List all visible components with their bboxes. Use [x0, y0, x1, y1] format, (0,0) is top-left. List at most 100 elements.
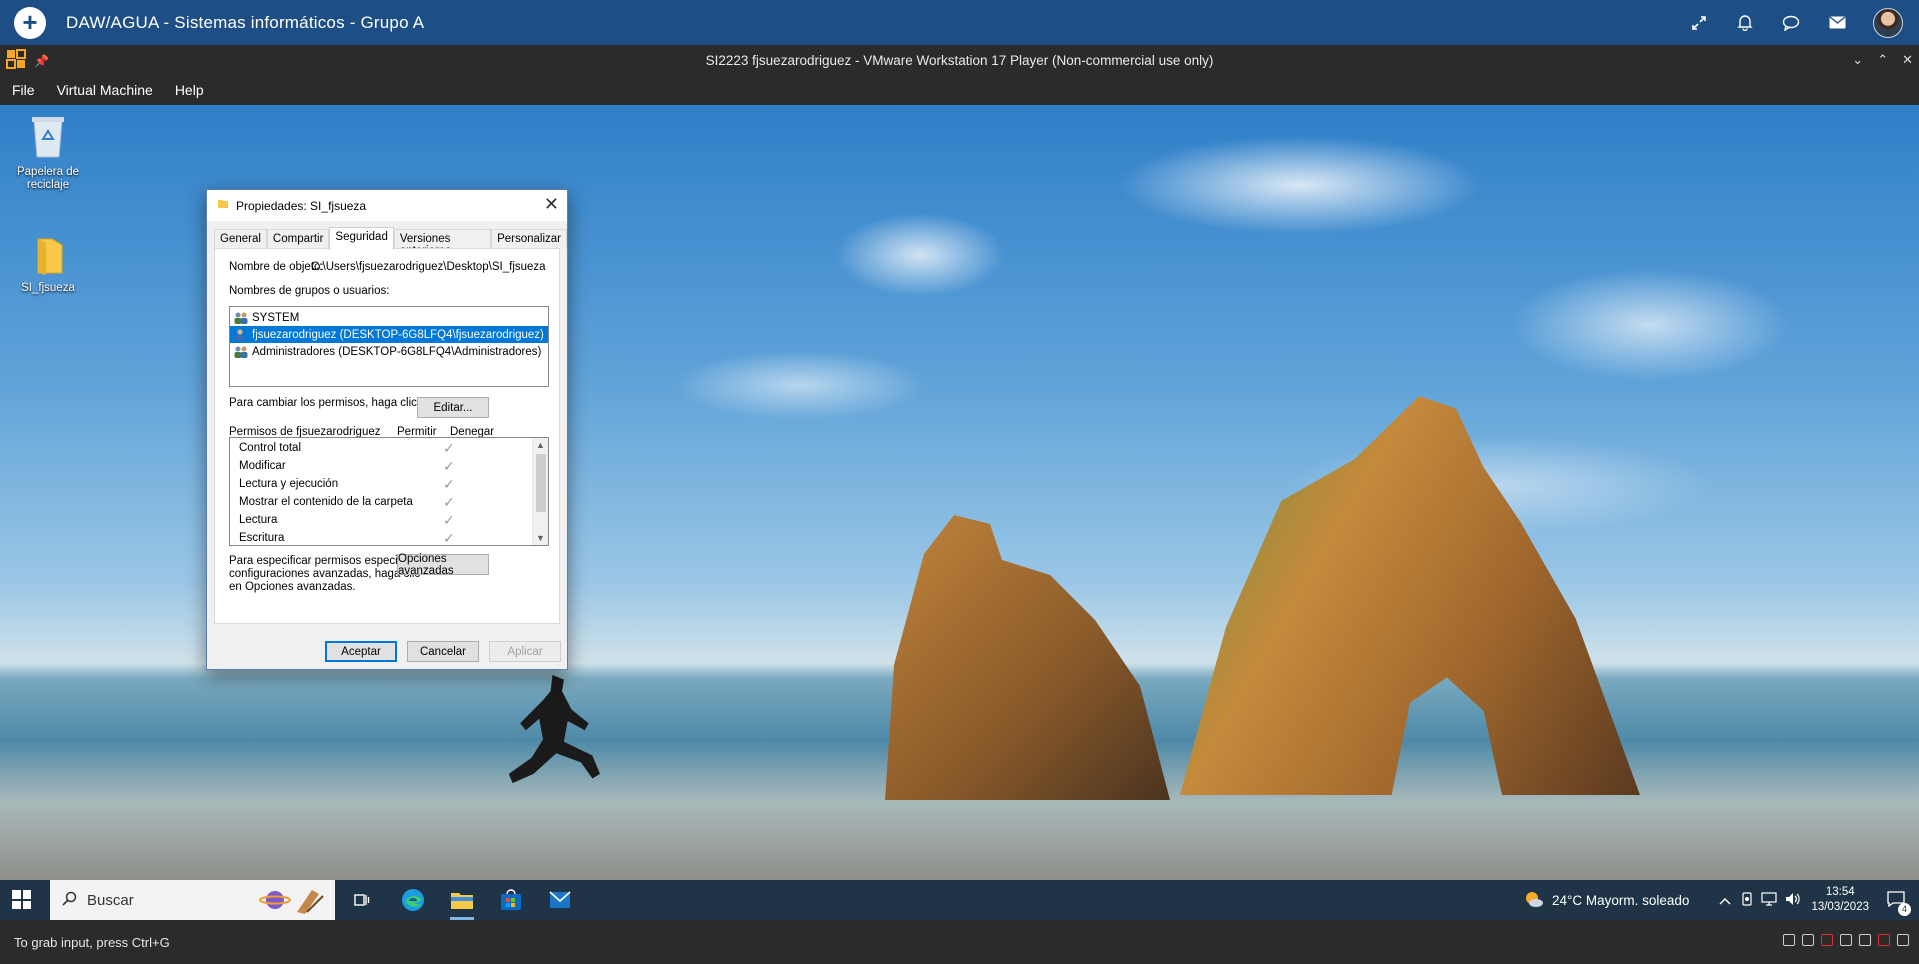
app-header: + DAW/AGUA - Sistemas informáticos - Gru…: [0, 0, 1919, 45]
printer-icon[interactable]: [1859, 934, 1871, 946]
dialog-title: Propiedades: SI_fjsueza: [236, 198, 367, 213]
security-panel: Nombre de objeto: C:\Users\fjsuezarodrig…: [214, 248, 560, 624]
advanced-hint-3: en Opciones avanzadas.: [229, 581, 356, 593]
device-icons: [1783, 934, 1909, 946]
check-icon: ✓: [443, 476, 455, 492]
dialog-tabs: General Compartir Seguridad Versiones an…: [214, 227, 567, 257]
permissions-list[interactable]: Control total ✓ Modificar ✓ Lectura y ejec…: [229, 437, 549, 546]
object-name-value: C:\Users\fjsuezarodriguez\Desktop\SI_fjs…: [311, 261, 546, 273]
scroll-thumb[interactable]: [536, 454, 546, 512]
network-icon[interactable]: [1761, 891, 1778, 909]
avatar[interactable]: [1873, 7, 1903, 38]
status-text: To grab input, press Ctrl+G: [14, 934, 170, 950]
desktop-icon-folder[interactable]: SI_fjsueza: [8, 235, 88, 295]
display-icon[interactable]: [1897, 934, 1909, 946]
tab-personalizar[interactable]: Personalizar: [491, 229, 567, 249]
check-icon: ✓: [443, 530, 455, 546]
store-icon[interactable]: [497, 886, 525, 914]
folder-icon: [8, 235, 88, 279]
check-icon: ✓: [443, 440, 455, 456]
clock[interactable]: 13:54 13/03/2023: [1811, 885, 1869, 915]
users-icon: [234, 312, 248, 324]
close-icon[interactable]: ✕: [1902, 52, 1913, 68]
window-title: SI2223 fjsuezarodriguez - VMware Worksta…: [705, 52, 1214, 68]
windows-start-icon[interactable]: [12, 890, 31, 909]
expand-icon[interactable]: [1689, 13, 1709, 33]
user-icon: [234, 328, 248, 341]
scroll-up-icon[interactable]: ▲: [536, 440, 545, 450]
bell-icon[interactable]: [1735, 13, 1755, 33]
list-item[interactable]: Administradores (DESKTOP-6G8LFQ4\Adminis…: [230, 343, 548, 360]
notification-icon[interactable]: 4: [1887, 890, 1911, 916]
weather-sun-icon[interactable]: [1522, 889, 1544, 912]
folder-icon: [217, 198, 229, 213]
permission-row: Lectura ✓: [239, 512, 455, 528]
file-explorer-icon[interactable]: [448, 886, 476, 920]
search-input[interactable]: Buscar: [50, 880, 335, 920]
sound-icon[interactable]: [1878, 934, 1890, 946]
volume-icon[interactable]: [1785, 892, 1801, 909]
network-adapter-icon[interactable]: [1821, 934, 1833, 946]
users-icon: [234, 346, 248, 358]
page-title: DAW/AGUA - Sistemas informáticos - Grupo…: [66, 12, 425, 32]
check-icon: ✓: [443, 494, 455, 510]
close-icon[interactable]: ✕: [544, 194, 559, 215]
vmware-logo-icon: [6, 49, 26, 72]
restore-icon[interactable]: ⌃: [1877, 52, 1888, 68]
recycle-bin-icon: [8, 113, 88, 163]
vmware-statusbar: To grab input, press Ctrl+G: [0, 920, 1919, 964]
search-icon: [62, 891, 77, 910]
desktop-icon-label: SI_fjsueza: [21, 282, 75, 294]
list-item[interactable]: SYSTEM: [230, 309, 548, 326]
usb-icon[interactable]: [1840, 934, 1852, 946]
mail-app-icon[interactable]: [546, 886, 574, 914]
taskbar: Buscar 24°C Mayorm. soleado 13:54 13/03/…: [0, 880, 1919, 920]
task-view-icon[interactable]: [348, 886, 376, 914]
weather-text[interactable]: 24°C Mayorm. soleado: [1552, 893, 1689, 908]
menu-file[interactable]: File: [12, 82, 35, 98]
tab-general[interactable]: General: [214, 229, 267, 249]
apply-button[interactable]: Aplicar: [489, 641, 561, 662]
scrollbar[interactable]: ▲ ▼: [532, 438, 548, 545]
notification-count-badge: 4: [1898, 902, 1911, 916]
object-name-label: Nombre de objeto:: [229, 261, 324, 273]
chat-icon[interactable]: [1781, 13, 1801, 33]
permission-row: Lectura y ejecución ✓: [239, 476, 455, 492]
tab-versiones-anteriores[interactable]: Versiones anteriores: [393, 229, 492, 257]
vmware-titlebar: 📌 SI2223 fjsuezarodriguez - VMware Works…: [0, 45, 1919, 75]
dialog-titlebar[interactable]: Propiedades: SI_fjsueza ✕: [207, 190, 567, 221]
advanced-hint-2: configuraciones avanzadas, haga clic: [229, 568, 421, 580]
clock-time: 13:54: [1825, 886, 1855, 898]
system-tray: 24°C Mayorm. soleado 13:54 13/03/2023 4: [1522, 880, 1919, 920]
menu-help[interactable]: Help: [175, 82, 204, 98]
edit-button[interactable]: Editar...: [417, 397, 489, 418]
permission-row: Mostrar el contenido de la carpeta ✓: [239, 494, 455, 510]
clock-date: 13/03/2023: [1811, 901, 1869, 913]
permission-row: Escritura ✓: [239, 530, 455, 546]
hdd-icon[interactable]: [1783, 934, 1795, 946]
properties-dialog: Propiedades: SI_fjsueza ✕ General Compar…: [206, 189, 568, 670]
groups-listbox[interactable]: SYSTEM fjsuezarodriguez (DESKTOP-6G8LFQ4…: [229, 306, 549, 387]
edge-browser-icon[interactable]: [399, 886, 427, 914]
pin-icon[interactable]: 📌: [34, 54, 49, 68]
cancel-button[interactable]: Cancelar: [407, 641, 479, 662]
desktop-icon-label: Papelera de reciclaje: [16, 166, 80, 191]
mail-icon[interactable]: [1827, 13, 1847, 33]
permission-row: Control total ✓: [239, 440, 455, 456]
chevron-up-icon[interactable]: [1719, 893, 1731, 908]
list-item[interactable]: fjsuezarodriguez (DESKTOP-6G8LFQ4\fjsuez…: [230, 326, 548, 343]
device-icon[interactable]: [1741, 891, 1753, 909]
tab-compartir[interactable]: Compartir: [266, 229, 330, 249]
ok-button[interactable]: Aceptar: [325, 641, 397, 662]
chevron-down-icon[interactable]: ⌄: [1852, 52, 1863, 68]
menu-virtual-machine[interactable]: Virtual Machine: [57, 82, 153, 98]
scroll-down-icon[interactable]: ▼: [536, 533, 545, 543]
permission-row: Modificar ✓: [239, 458, 455, 474]
cd-icon[interactable]: [1802, 934, 1814, 946]
tab-seguridad[interactable]: Seguridad: [329, 227, 394, 250]
advanced-options-button[interactable]: Opciones avanzadas: [397, 553, 489, 577]
add-icon[interactable]: +: [14, 6, 46, 39]
groups-label: Nombres de grupos o usuarios:: [229, 285, 390, 297]
desktop-icon-recycle-bin[interactable]: Papelera de reciclaje: [8, 113, 88, 192]
check-icon: ✓: [443, 458, 455, 474]
